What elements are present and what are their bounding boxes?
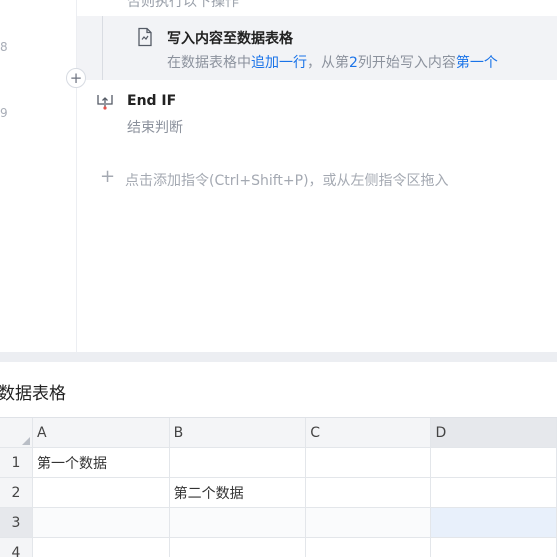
column-header[interactable]: D <box>431 418 557 448</box>
row-header[interactable]: 1 <box>0 448 33 478</box>
column-header[interactable]: C <box>306 418 431 448</box>
table-cell[interactable]: 第二个数据 <box>169 478 306 508</box>
panel-splitter[interactable] <box>0 352 557 362</box>
line-number: 9 <box>0 106 8 120</box>
step-title: 写入内容至数据表格 <box>167 28 293 48</box>
corner-triangle-icon <box>22 437 30 445</box>
document-write-icon <box>136 27 154 47</box>
line-number-gutter: 8 9 <box>0 0 77 352</box>
table-row: 3 <box>0 508 557 538</box>
desc-highlight[interactable]: 2 <box>349 55 358 71</box>
desc-text: 列开始写入内容 <box>358 55 456 71</box>
desc-text: ，从第 <box>307 55 349 71</box>
table-cell[interactable] <box>306 508 431 538</box>
row-header[interactable]: 3 <box>0 508 33 538</box>
table-cell[interactable] <box>431 448 557 478</box>
add-step-button[interactable]: + <box>66 68 86 88</box>
end-if-icon <box>96 94 114 110</box>
end-if-title[interactable]: End IF <box>127 93 176 109</box>
table-cell[interactable]: 第一个数据 <box>33 448 170 478</box>
step-description: 在数据表格中追加一行，从第2列开始写入内容第一个 <box>167 52 498 72</box>
table-cell[interactable] <box>33 508 170 538</box>
data-table-grid[interactable]: A B C D 1 第一个数据 2 第二个数据 3 4 <box>0 417 557 557</box>
add-instruction-hint[interactable]: 点击添加指令(Ctrl+Shift+P)，或从左侧指令区拖入 <box>125 170 449 190</box>
row-header[interactable]: 2 <box>0 478 33 508</box>
desc-text: 在数据表格中 <box>167 55 251 71</box>
desc-highlight[interactable]: 追加一行 <box>251 55 307 71</box>
data-table-title: 数据表格 <box>0 379 66 404</box>
previous-step-description: 否则执行以下操作 <box>127 0 239 11</box>
line-number: 8 <box>0 40 8 54</box>
flow-editor: 8 9 否则执行以下操作 写入内容至数据表格 在数据表格中追加一行，从第2列开始… <box>0 0 557 352</box>
desc-highlight[interactable]: 第一个 <box>456 55 498 71</box>
table-cell[interactable] <box>33 478 170 508</box>
table-row: 2 第二个数据 <box>0 478 557 508</box>
table-cell[interactable] <box>306 538 431 557</box>
plus-icon[interactable]: + <box>100 167 115 187</box>
table-cell[interactable] <box>169 538 306 557</box>
branch-connector-line <box>102 16 103 80</box>
table-cell[interactable] <box>169 448 306 478</box>
table-cell[interactable] <box>306 478 431 508</box>
end-if-description: 结束判断 <box>127 117 183 137</box>
row-header[interactable]: 4 <box>0 538 33 557</box>
table-cell[interactable] <box>431 478 557 508</box>
table-cell[interactable] <box>33 538 170 557</box>
table-row: 1 第一个数据 <box>0 448 557 478</box>
table-cell[interactable] <box>431 538 557 557</box>
table-row: 4 <box>0 538 557 557</box>
table-cell[interactable] <box>169 508 306 538</box>
column-header[interactable]: A <box>33 418 170 448</box>
column-header[interactable]: B <box>169 418 306 448</box>
table-cell[interactable] <box>306 448 431 478</box>
selected-cell[interactable] <box>431 508 557 538</box>
select-all-corner[interactable] <box>0 418 33 448</box>
